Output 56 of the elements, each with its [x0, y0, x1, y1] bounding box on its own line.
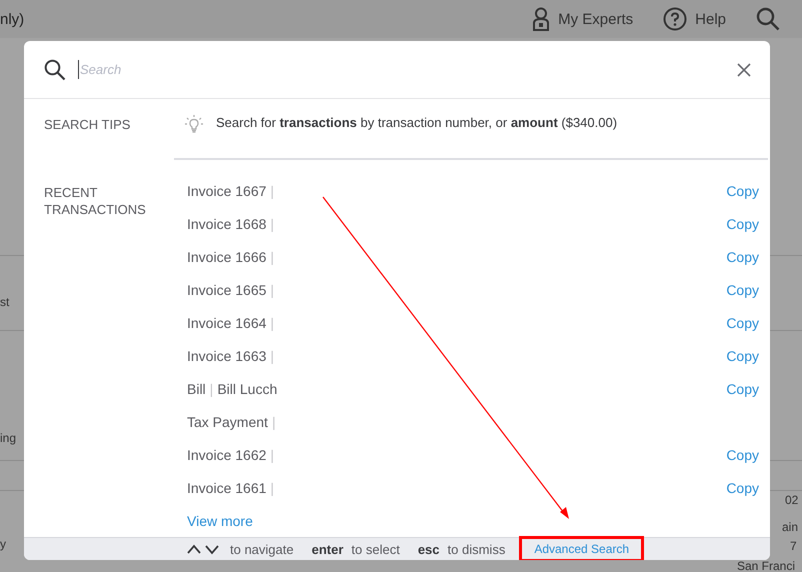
copy-link[interactable]: Copy [726, 480, 759, 496]
person-icon [532, 7, 550, 31]
transaction-name[interactable]: Invoice 1662 [187, 446, 266, 462]
background-text: st [0, 296, 10, 308]
advanced-search-link[interactable]: Advanced Search [519, 536, 644, 560]
copy-link[interactable]: Copy [726, 282, 759, 298]
transaction-name[interactable]: Invoice 1668 [187, 216, 266, 232]
separator: | [270, 216, 274, 232]
copy-link[interactable]: Copy [726, 446, 759, 462]
transaction-name[interactable]: Invoice 1667 [187, 182, 266, 198]
my-experts-link[interactable]: My Experts [558, 10, 634, 28]
copy-link[interactable]: Copy [726, 348, 759, 364]
background-text: y [0, 538, 6, 550]
separator: | [270, 248, 274, 264]
help-link[interactable]: Help [695, 10, 726, 28]
transaction-name[interactable]: Invoice 1661 [187, 480, 266, 496]
page-title: nly) [0, 10, 24, 28]
close-icon[interactable] [737, 62, 751, 76]
help-icon [663, 7, 688, 31]
lightbulb-icon [184, 114, 204, 134]
search-icon[interactable] [756, 7, 780, 31]
hint-text: to navigate [230, 542, 294, 556]
search-tip: Search for transactions by transaction number, or amount ($340.00) [216, 114, 618, 132]
transaction-name[interactable]: Invoice 1663 [187, 348, 266, 364]
section-label: SEARCH TIPS [43, 116, 132, 134]
copy-link[interactable]: Copy [726, 314, 759, 330]
transaction-name[interactable]: Tax Payment [187, 414, 268, 430]
section-label: RECENT TRANSACTIONS [43, 184, 147, 219]
background-text: ing [0, 432, 16, 444]
transaction-detail: Bill Lucch [217, 380, 278, 396]
copy-link[interactable]: Copy [726, 248, 759, 264]
separator: | [210, 380, 214, 396]
separator: | [270, 282, 274, 298]
copy-link[interactable]: Copy [726, 380, 759, 396]
view-more-link[interactable]: View more [187, 512, 253, 528]
background-text: 7 [790, 540, 797, 552]
search-icon [44, 58, 66, 80]
hint-text: to select [351, 542, 400, 556]
background-text: San Franci [737, 560, 796, 572]
key-label: esc [418, 542, 440, 556]
background-text: ain [782, 521, 798, 533]
hint-text: to dismiss [448, 542, 506, 556]
transaction-name[interactable]: Invoice 1666 [187, 248, 266, 264]
background-text: 02 [785, 494, 798, 506]
separator: | [270, 182, 274, 198]
transaction-name[interactable]: Invoice 1665 [187, 282, 266, 298]
transaction-name[interactable]: Invoice 1664 [187, 314, 266, 330]
separator: | [270, 314, 274, 330]
copy-link[interactable]: Copy [726, 182, 759, 198]
transaction-name[interactable]: Bill [187, 380, 206, 396]
key-label: enter [312, 542, 344, 556]
separator: | [272, 414, 276, 430]
separator: | [270, 446, 274, 462]
copy-link[interactable]: Copy [726, 216, 759, 232]
separator: | [270, 480, 274, 496]
separator: | [270, 348, 274, 364]
